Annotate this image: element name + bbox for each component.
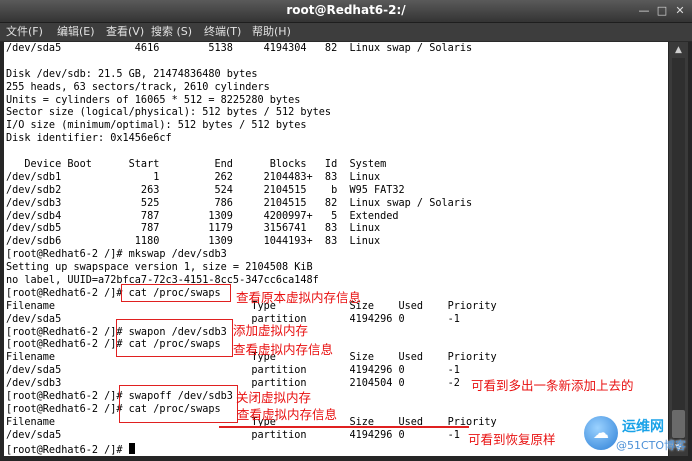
annotation-view-original: 查看原本虚拟内存信息 bbox=[236, 290, 362, 305]
terminal-line: /dev/sdb4 787 1309 4200997+ 5 Extended bbox=[6, 210, 399, 222]
terminal-line: /dev/sdb3 525 786 2104515 82 Linux swap … bbox=[6, 197, 473, 209]
terminal-line: 255 heads, 63 sectors/track, 2610 cylind… bbox=[6, 81, 270, 93]
terminal-line: /dev/sda5 4616 5138 4194304 82 Linux swa… bbox=[6, 43, 473, 54]
annotation-add-virtual: 添加虚拟内存 bbox=[233, 323, 309, 338]
text-cursor bbox=[128, 442, 135, 454]
menu-file[interactable]: 文件(F) bbox=[6, 24, 43, 40]
menu-view[interactable]: 查看(V) bbox=[106, 24, 144, 40]
menu-search[interactable]: 搜索 (S) bbox=[151, 24, 192, 40]
terminal-line: Units = cylinders of 16065 * 512 = 82252… bbox=[6, 94, 301, 106]
close-icon[interactable]: ✕ bbox=[672, 3, 688, 18]
terminal-line: /dev/sda5 partition 4194296 0 -1 bbox=[6, 429, 460, 441]
annotation-view-virtual-2: 查看虚拟内存信息 bbox=[237, 407, 338, 422]
terminal-line: Setting up swapspace version 1, size = 2… bbox=[6, 262, 313, 274]
watermark-subtitle: @51CTO博客 bbox=[616, 439, 687, 452]
terminal-line: /dev/sda5 partition 4194296 0 -1 bbox=[6, 365, 460, 377]
scroll-up-icon[interactable]: ▲ bbox=[671, 43, 686, 57]
annotation-see-new-entry: 可看到多出一条新添加上去的 bbox=[471, 378, 634, 393]
terminal-line: I/O size (minimum/optimal): 512 bytes / … bbox=[6, 120, 307, 132]
highlight-swapoff bbox=[119, 385, 238, 423]
scroll-track[interactable] bbox=[672, 58, 685, 440]
terminal-prompt-line: [root@Redhat6-2 /]# bbox=[6, 442, 497, 456]
terminal-line: no label, UUID=a72bfca7-72c3-4151-8cc5-3… bbox=[6, 275, 319, 287]
cloud-logo-icon: ☁ bbox=[584, 416, 618, 450]
terminal-prompt: [root@Redhat6-2 /]# bbox=[6, 444, 129, 456]
terminal-line: [root@Redhat6-2 /]# mkswap /dev/sdb3 bbox=[6, 249, 227, 261]
terminal-line: /dev/sdb5 787 1179 3156741 83 Linux bbox=[6, 223, 381, 235]
site-watermark: ☁ 运维网 @51CTO博客 bbox=[582, 410, 692, 461]
annotation-line bbox=[219, 426, 469, 428]
menu-terminal[interactable]: 终端(T) bbox=[204, 24, 241, 40]
terminal-line: Device Boot Start End Blocks Id System bbox=[6, 159, 387, 171]
minimize-icon[interactable]: — bbox=[636, 3, 652, 18]
highlight-cat-swaps-1 bbox=[121, 284, 231, 302]
terminal-line: Sector size (logical/physical): 512 byte… bbox=[6, 107, 332, 119]
window-titlebar[interactable]: root@Redhat6-2:/ — □ ✕ bbox=[0, 0, 692, 23]
terminal-line: /dev/sdb1 1 262 2104483+ 83 Linux bbox=[6, 171, 381, 183]
menu-bar: 文件(F) 编辑(E) 查看(V) 搜索 (S) 终端(T) 帮助(H) bbox=[0, 23, 692, 42]
watermark-title: 运维网 bbox=[622, 419, 664, 435]
annotation-view-virtual-1: 查看虚拟内存信息 bbox=[233, 342, 334, 357]
annotation-see-restored: 可看到恢复原样 bbox=[468, 432, 556, 447]
menu-edit[interactable]: 编辑(E) bbox=[57, 24, 95, 40]
terminal-line: Disk identifier: 0x1456e6cf bbox=[6, 133, 172, 145]
highlight-swapon bbox=[116, 319, 233, 357]
window-title: root@Redhat6-2:/ bbox=[286, 3, 406, 17]
menu-help[interactable]: 帮助(H) bbox=[252, 24, 291, 40]
terminal-output[interactable]: /dev/sda5 4616 5138 4194304 82 Linux swa… bbox=[4, 42, 668, 456]
maximize-icon[interactable]: □ bbox=[654, 3, 670, 18]
terminal-line: /dev/sdb6 1180 1309 1044193+ 83 Linux bbox=[6, 236, 381, 248]
terminal-scrollbar[interactable]: ▲ ▼ bbox=[669, 42, 688, 456]
terminal-line: /dev/sdb2 263 524 2104515 b W95 FAT32 bbox=[6, 184, 405, 196]
terminal-line: Disk /dev/sdb: 21.5 GB, 21474836480 byte… bbox=[6, 68, 258, 80]
